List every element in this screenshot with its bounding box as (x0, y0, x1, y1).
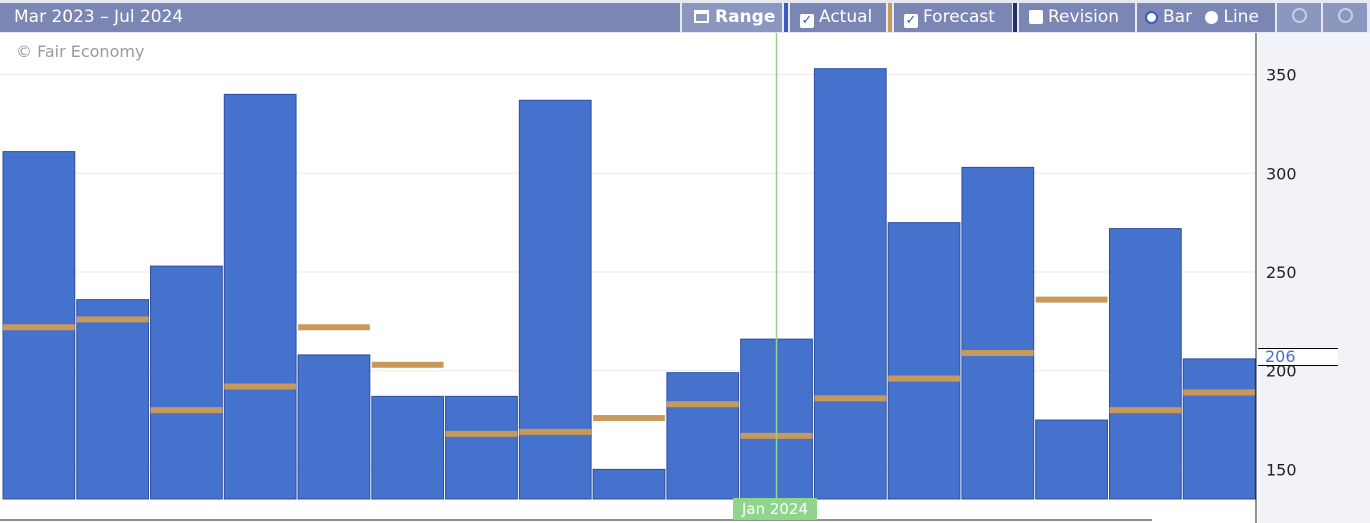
forecast-marker[interactable] (519, 428, 592, 435)
forecast-marker[interactable] (76, 316, 149, 323)
toolbar: Mar 2023 – Jul 2024 Range ✓ Actual ✓ Forec… (0, 0, 1370, 33)
calendar-icon (694, 10, 709, 23)
actual-bar[interactable] (150, 265, 223, 500)
actual-bar[interactable] (518, 99, 592, 500)
actual-bar[interactable] (371, 395, 445, 500)
forecast-marker[interactable] (224, 383, 297, 390)
forecast-marker[interactable] (150, 407, 223, 414)
forecast-marker[interactable] (1183, 389, 1255, 396)
date-range-label: Mar 2023 – Jul 2024 (0, 3, 680, 32)
forecast-marker[interactable] (666, 401, 739, 408)
revision-checkbox-icon (1029, 10, 1043, 24)
actual-bar[interactable] (1182, 358, 1256, 500)
forecast-checkbox-icon: ✓ (904, 13, 918, 28)
y-tick-label: 350 (1266, 66, 1297, 85)
actual-bar[interactable] (1035, 419, 1108, 500)
line-option-label: Line (1223, 7, 1259, 27)
zoom-out-button[interactable] (1323, 3, 1367, 32)
line-radio-icon (1205, 11, 1219, 24)
line-option[interactable]: Line (1205, 7, 1259, 27)
bar-radio-icon (1145, 11, 1158, 24)
actual-toggle-label: Actual (819, 7, 873, 27)
date-marker-label: Jan 2024 (733, 498, 817, 520)
bar-option[interactable]: Bar (1145, 7, 1192, 27)
forecast-toggle-label: Forecast (923, 7, 995, 27)
zoom-in-icon (1291, 8, 1307, 23)
range-button-label: Range (715, 7, 776, 27)
actual-checkbox-icon: ✓ (800, 13, 814, 28)
chart: 150200250300350 (0, 33, 1297, 523)
bar-option-label: Bar (1163, 7, 1193, 27)
forecast-toggle[interactable]: ✓ Forecast (894, 3, 1012, 32)
actual-bar[interactable] (297, 354, 371, 500)
y-tick-label: 300 (1266, 164, 1297, 183)
actual-bar[interactable] (887, 222, 961, 500)
forecast-marker[interactable] (961, 349, 1034, 356)
actual-bar[interactable] (1108, 228, 1182, 500)
forecast-marker[interactable] (298, 324, 370, 331)
watermark: © Fair Economy (16, 42, 145, 61)
actual-bar[interactable] (223, 93, 297, 500)
actual-bar[interactable] (445, 395, 518, 500)
actual-bar[interactable] (76, 299, 150, 500)
actual-bar[interactable] (961, 166, 1035, 500)
y-tick-label: 250 (1266, 263, 1297, 282)
current-value-label: 206 (1265, 347, 1296, 366)
y-tick-label: 150 (1266, 460, 1297, 479)
forecast-marker[interactable] (3, 324, 75, 331)
zoom-in-button[interactable] (1277, 3, 1321, 32)
separator (1013, 3, 1017, 32)
revision-toggle-label: Revision (1048, 7, 1120, 27)
actual-toggle[interactable]: ✓ Actual (790, 3, 886, 32)
forecast-marker[interactable] (445, 430, 518, 437)
forecast-marker[interactable] (888, 375, 960, 382)
actual-bar[interactable] (666, 372, 740, 500)
revision-toggle[interactable]: Revision (1019, 3, 1135, 32)
actual-bar[interactable] (592, 468, 666, 500)
zoom-out-icon (1337, 8, 1353, 23)
forecast-marker[interactable] (814, 395, 887, 402)
forecast-marker[interactable] (593, 415, 665, 422)
range-button[interactable]: Range (682, 3, 782, 32)
actual-bar[interactable] (813, 68, 887, 500)
forecast-marker[interactable] (1109, 407, 1182, 414)
separator (888, 3, 892, 32)
forecast-marker[interactable] (371, 361, 444, 368)
separator (784, 3, 788, 32)
forecast-marker[interactable] (1035, 296, 1108, 303)
chart-type-selector: Bar Line (1137, 3, 1275, 32)
